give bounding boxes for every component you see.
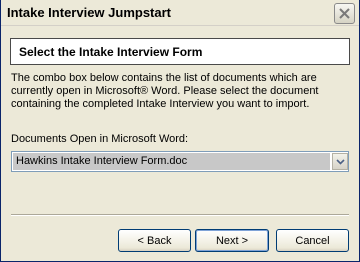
next-button[interactable]: Next > [195, 229, 269, 252]
combo-dropdown-button[interactable] [332, 153, 348, 170]
title-bar[interactable]: Intake Interview Jumpstart [1, 0, 359, 26]
dialog-window: Intake Interview Jumpstart Select the In… [0, 0, 360, 262]
header-panel: Select the Intake Interview Form [10, 38, 350, 65]
chevron-down-icon [335, 156, 345, 168]
documents-label: Documents Open in Microsoft Word: [11, 133, 189, 145]
window-title: Intake Interview Jumpstart [7, 5, 171, 20]
description-text: The combo box below contains the list of… [11, 72, 319, 110]
close-icon [339, 8, 350, 19]
combo-selected-value[interactable]: Hawkins Intake Interview Form.doc [13, 153, 330, 170]
back-button[interactable]: < Back [118, 229, 191, 252]
cancel-button[interactable]: Cancel [276, 229, 349, 252]
footer-separator [11, 214, 349, 216]
page-title: Select the Intake Interview Form [19, 45, 203, 59]
documents-combo-box[interactable]: Hawkins Intake Interview Form.doc [11, 151, 349, 172]
close-button[interactable] [334, 3, 355, 24]
